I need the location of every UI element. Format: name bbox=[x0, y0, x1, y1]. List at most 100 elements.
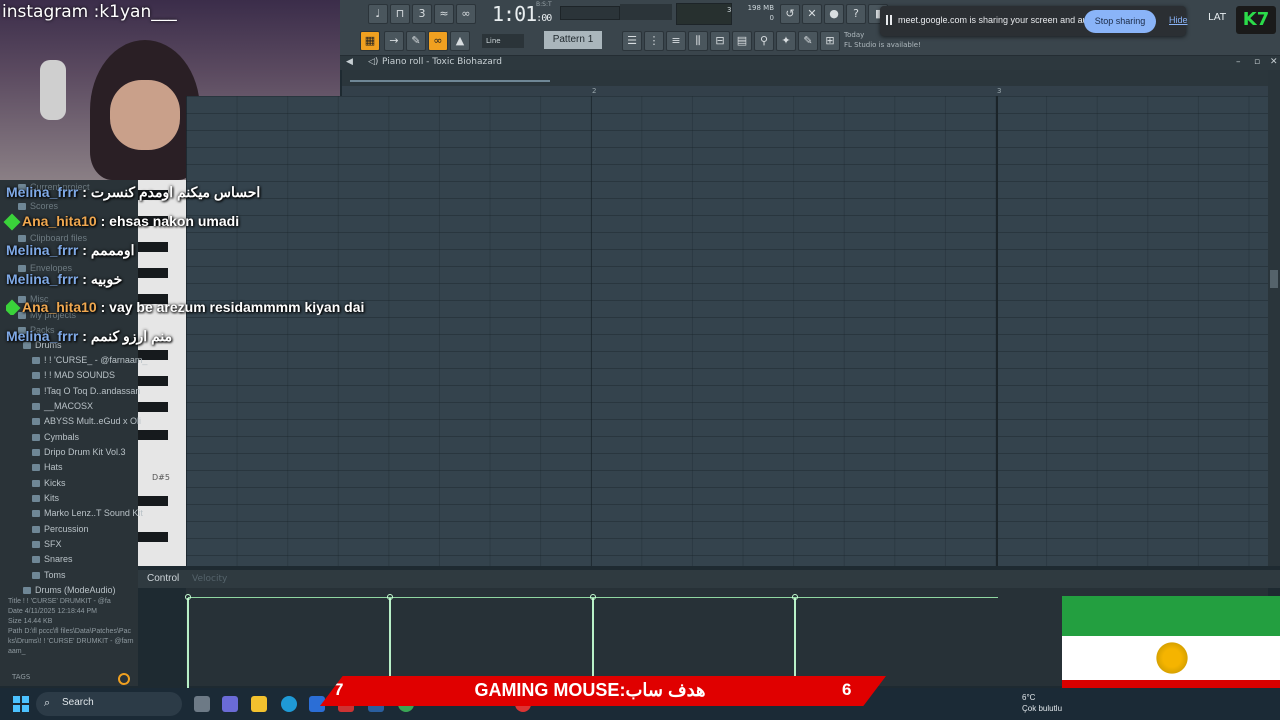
file-explorer-icon[interactable] bbox=[251, 696, 267, 712]
weather-widget[interactable]: 6°C Çok bulutlu bbox=[1000, 692, 1062, 714]
black-key[interactable] bbox=[138, 376, 168, 386]
language-indicator[interactable]: LAT bbox=[1208, 12, 1226, 23]
piano-roll-icon[interactable]: ≡ bbox=[666, 31, 686, 51]
browser-item[interactable]: Marko Lenz..T Sound Kit bbox=[32, 508, 143, 518]
black-key[interactable] bbox=[138, 532, 168, 542]
browser-icon[interactable]: ⊟ bbox=[710, 31, 730, 51]
chat-user: Melina_frrr bbox=[6, 184, 79, 200]
mixer-icon[interactable]: ⫼ bbox=[688, 31, 708, 51]
playlist-icon[interactable]: ☰ bbox=[622, 31, 642, 51]
menu-icon[interactable]: ◀ bbox=[346, 57, 353, 67]
browser-item[interactable]: SFX bbox=[32, 539, 62, 549]
help-icon[interactable]: ? bbox=[846, 4, 866, 24]
browser-item[interactable]: Cymbals bbox=[31, 432, 79, 442]
shop-icon[interactable]: ⊞ bbox=[820, 31, 840, 51]
bar-2-label: 2 bbox=[592, 87, 597, 95]
master-volume[interactable] bbox=[620, 4, 672, 20]
velocity-handle[interactable] bbox=[590, 594, 596, 600]
chat-text: ehsas nakon umadi bbox=[109, 213, 240, 229]
edge-icon[interactable] bbox=[281, 696, 297, 712]
tools-icon[interactable]: ✕ bbox=[802, 4, 822, 24]
browser-item[interactable]: Kicks bbox=[32, 478, 66, 488]
plug-icon[interactable]: ⚲ bbox=[754, 31, 774, 51]
speaker-icon[interactable]: ◁) bbox=[368, 57, 378, 67]
wait-icon[interactable]: ⊓ bbox=[390, 4, 410, 24]
velocity-bar[interactable] bbox=[794, 598, 796, 688]
tool-icon[interactable]: ✦ bbox=[776, 31, 796, 51]
black-key[interactable] bbox=[138, 496, 168, 506]
maximize-icon[interactable]: ▫ bbox=[1254, 57, 1260, 67]
vertical-scrollbar[interactable] bbox=[1268, 70, 1280, 566]
stamp-icon[interactable]: ▲ bbox=[450, 31, 470, 51]
windows-start-icon[interactable] bbox=[13, 696, 29, 712]
info-title: ! ! 'CURSE' DRUMKIT - @fa bbox=[22, 598, 111, 605]
browser-item[interactable]: __MACOSX bbox=[31, 401, 93, 411]
undo-icon[interactable]: ↺ bbox=[780, 4, 800, 24]
browser-item[interactable]: Toms bbox=[32, 570, 66, 580]
chat-message: Ana_hita10 : ehsas nakon umadi bbox=[3, 213, 240, 231]
arrow-icon[interactable]: → bbox=[384, 31, 404, 51]
control-selector[interactable]: Control bbox=[147, 573, 179, 584]
browser-item[interactable]: ! ! MAD SOUNDS bbox=[31, 370, 115, 380]
loop-record-icon[interactable]: ∞ bbox=[456, 4, 476, 24]
black-key[interactable] bbox=[138, 268, 168, 278]
channel-logo: K7 bbox=[1236, 6, 1276, 34]
stop-sharing-button[interactable]: Stop sharing bbox=[1084, 10, 1156, 33]
pause-icon[interactable] bbox=[886, 15, 892, 25]
browser-item[interactable]: Hats bbox=[32, 462, 63, 472]
close-icon[interactable]: ✕ bbox=[1270, 57, 1278, 67]
task-view-icon[interactable] bbox=[194, 696, 210, 712]
black-key[interactable] bbox=[138, 430, 168, 440]
song-position: 1:01:00 bbox=[492, 2, 552, 26]
blend-icon[interactable]: ≈ bbox=[434, 4, 454, 24]
browser-item[interactable]: Dripo Drum Kit Vol.3 bbox=[32, 447, 126, 457]
browser-item[interactable]: Percussion bbox=[32, 524, 89, 534]
browser-item[interactable]: !Taq O Toq D..andassan bbox=[31, 386, 140, 396]
search-icon[interactable] bbox=[118, 673, 130, 685]
info-label: Path bbox=[8, 628, 23, 635]
metronome-icon[interactable]: ♩ bbox=[368, 4, 388, 24]
instagram-handle: instagram :k1yan___ bbox=[2, 2, 177, 22]
browser-item[interactable]: Kits bbox=[31, 493, 59, 503]
event-lane-top bbox=[342, 70, 1268, 86]
velocity-handle[interactable] bbox=[185, 594, 191, 600]
scroll-thumb[interactable] bbox=[1270, 270, 1278, 288]
channel-rack-icon[interactable]: ⋮ bbox=[644, 31, 664, 51]
position-bar bbox=[350, 80, 550, 82]
taskbar-search[interactable]: ⌕ Search bbox=[36, 692, 182, 716]
velocity-handle[interactable] bbox=[792, 594, 798, 600]
pattern-select[interactable]: Pattern 1 bbox=[544, 31, 602, 49]
timeline-ruler[interactable]: 2 3 bbox=[342, 86, 1268, 96]
file-icon[interactable]: ▤ bbox=[732, 31, 752, 51]
record-icon[interactable]: ✎ bbox=[798, 31, 818, 51]
sub-goal-bar: 7 GAMING MOUSE:هدف ساب 6 bbox=[320, 676, 886, 706]
pencil-icon[interactable]: ✎ bbox=[406, 31, 426, 51]
velocity-bar[interactable] bbox=[389, 598, 391, 688]
file-info-box: Title ! ! 'CURSE' DRUMKIT - @fa Date 4/1… bbox=[8, 597, 134, 667]
minimize-icon[interactable]: – bbox=[1236, 57, 1241, 67]
piano-icon[interactable]: ▦ bbox=[360, 31, 380, 51]
velocity-bar[interactable] bbox=[592, 598, 594, 688]
tags-label[interactable]: TAGS bbox=[12, 673, 30, 681]
chat-text: اومممم bbox=[90, 242, 135, 258]
velocity-handle[interactable] bbox=[387, 594, 393, 600]
master-pitch[interactable] bbox=[560, 6, 620, 20]
teams-icon[interactable] bbox=[222, 696, 238, 712]
mic-icon[interactable]: ● bbox=[824, 4, 844, 24]
black-key[interactable] bbox=[138, 402, 168, 412]
note-grid[interactable] bbox=[186, 96, 1268, 566]
hide-button[interactable]: Hide bbox=[1169, 15, 1188, 25]
bar-line-3 bbox=[996, 96, 998, 566]
browser-item[interactable]: ! ! 'CURSE_ - @farnaam_ bbox=[31, 355, 147, 365]
black-key[interactable] bbox=[138, 242, 168, 252]
countdown-icon[interactable]: 3 bbox=[412, 4, 432, 24]
mode-select[interactable]: Line bbox=[482, 34, 524, 48]
browser-item[interactable]: Scores bbox=[17, 201, 58, 211]
velocity-bar[interactable] bbox=[187, 598, 189, 688]
browser-folder[interactable]: Drums (ModeAudio) bbox=[23, 585, 116, 595]
link-icon[interactable]: ∞ bbox=[428, 31, 448, 51]
screen-share-bar: meet.google.com is sharing your screen a… bbox=[880, 6, 1188, 36]
browser-item[interactable]: ABYSS Mult..eGud x Oli bbox=[31, 416, 141, 426]
browser-item[interactable]: Snares bbox=[32, 554, 73, 564]
piano-keyboard[interactable] bbox=[138, 180, 186, 566]
